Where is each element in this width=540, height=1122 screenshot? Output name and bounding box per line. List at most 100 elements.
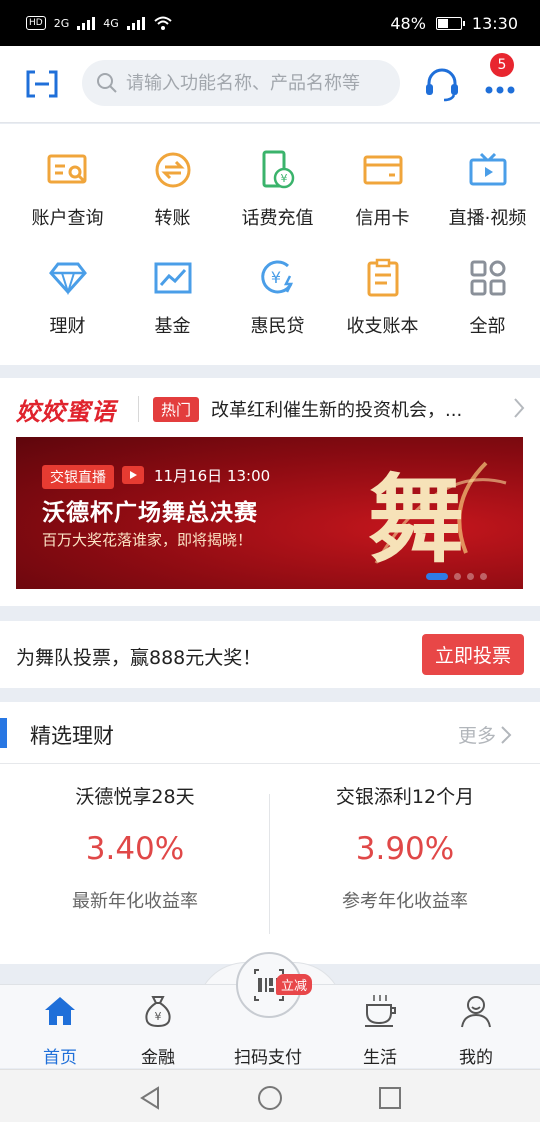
tab-label: 生活 [363,1048,397,1068]
section-accent-bar [0,718,7,748]
quick-action-label: 收支账本 [346,316,419,337]
news-brand-logo: 姣姣蜜语 [16,397,116,426]
section-title: 精选理财 [30,724,114,748]
quick-action-all[interactable]: 全部 [435,232,540,340]
more-label: 更多 [458,725,497,747]
banner-subtitle: 百万大奖花落谁家，即将揭晓！ [42,531,253,549]
phone-recharge-icon: ¥ [256,148,300,192]
quick-action-live-video[interactable]: 直播·视频 [435,124,540,232]
product-card[interactable]: 交银添利12个月 3.90% 参考年化收益率 [270,764,540,964]
vote-promo-row: 为舞队投票，赢888元大奖！ 立即投票 [0,621,540,688]
system-nav-bar [0,1069,540,1122]
quick-action-label: 话费充值 [241,208,314,229]
product-rate-desc: 最新年化收益率 [72,891,198,912]
quick-action-fund[interactable]: 基金 [120,232,225,340]
tab-label: 扫码支付 [234,1048,302,1068]
quick-action-label: 直播·视频 [448,208,527,229]
banner-art-text: 舞 [368,463,464,576]
recents-icon[interactable] [376,1084,404,1112]
product-card[interactable]: 沃德悦享28天 3.40% 最新年化收益率 [0,764,270,964]
quick-action-label: 惠民贷 [250,316,305,337]
network-2g: 2G [53,16,70,30]
live-tv-icon [466,148,510,192]
chevron-right-icon [501,725,512,744]
battery-percent: 48% [390,13,426,33]
svg-text:¥: ¥ [155,1010,162,1023]
account-query-icon [46,148,90,192]
search-bar[interactable] [82,60,400,106]
product-name: 沃德悦享28天 [75,786,195,808]
hot-tag: 热门 [153,396,200,422]
news-card: 姣姣蜜语 热门 改革红利催生新的投资机会，... 交银直播 11月16日 13:… [0,378,540,606]
quick-action-account-query[interactable]: 账户查询 [15,124,120,232]
product-rate: 3.90% [355,831,455,867]
status-right: 48% 13:30 [390,14,518,33]
status-bar: HD 2G 4G 48% 13:30 [0,0,540,46]
grid-all-icon [466,256,510,300]
quick-action-wealth[interactable]: 理财 [15,232,120,340]
quick-action-ledger[interactable]: 收支账本 [330,232,435,340]
customer-service-icon[interactable] [424,68,460,102]
signal-icon [126,16,145,30]
quick-action-loan[interactable]: ¥ 惠民贷 [225,232,330,340]
quick-action-label: 基金 [154,316,191,337]
product-name: 交银添利12个月 [335,786,475,808]
vote-text: 为舞队投票，赢888元大奖！ [16,647,262,669]
quick-action-label: 信用卡 [355,208,410,229]
news-headline[interactable]: 改革红利催生新的投资机会，... [211,396,495,422]
clock: 13:30 [471,13,518,33]
transfer-icon [151,148,195,192]
diamond-icon [46,256,90,300]
home-circle-icon[interactable] [256,1084,284,1112]
money-bag-icon: ¥ [145,996,171,1028]
quick-actions-panel: 账户查询 转账 ¥ 话费充值 信用卡 直播·视频 理财 基金 ¥ 惠民贷 收支账… [0,124,540,365]
hd-indicator: HD [26,16,46,30]
product-rate: 3.40% [85,831,185,867]
search-input[interactable] [126,72,396,94]
quick-action-credit-card[interactable]: 信用卡 [330,124,435,232]
section-header: 精选理财 更多 [0,702,540,764]
tv-play-icon [122,466,144,484]
battery-icon [435,16,465,30]
tab-profile[interactable]: 我的 [422,985,530,1069]
scan-icon[interactable] [26,70,58,98]
back-icon[interactable] [136,1084,164,1112]
quick-action-label: 全部 [469,316,506,337]
notification-badge: 5 [490,53,514,77]
signal-icon [77,16,96,30]
app-header: 5 [0,46,540,123]
tab-life[interactable]: 生活 [326,985,434,1069]
tab-home[interactable]: 首页 [6,985,114,1069]
quick-action-label: 转账 [154,208,191,229]
banner-title: 沃德杯广场舞总决赛 [42,500,258,526]
fund-chart-icon [151,256,195,300]
svg-text:¥: ¥ [270,268,280,287]
more-link[interactable]: 更多 [458,721,512,748]
tab-label: 金融 [141,1048,175,1068]
dance-calligraphy-art: 舞 [368,461,507,576]
tab-label: 我的 [459,1048,493,1068]
svg-text:¥: ¥ [280,172,287,185]
network-4g: 4G [103,16,119,30]
profile-icon [461,996,491,1028]
news-ticker[interactable]: 姣姣蜜语 热门 改革红利催生新的投资机会，... [16,392,526,426]
quick-action-phone-recharge[interactable]: ¥ 话费充值 [225,124,330,232]
promo-banner[interactable]: 交银直播 11月16日 13:00 沃德杯广场舞总决赛 百万大奖花落谁家，即将揭… [16,437,523,589]
tab-finance[interactable]: ¥ 金融 [104,985,212,1069]
banner-tag: 交银直播 [42,465,114,489]
chevron-right-icon[interactable] [512,396,526,420]
search-icon [97,73,117,93]
vote-now-button[interactable]: 立即投票 [422,634,524,675]
featured-wealth-section: 精选理财 更多 沃德悦享28天 3.40% 最新年化收益率 交银添利12个月 3… [0,702,540,964]
divider [138,396,139,422]
quick-action-label: 理财 [49,316,86,337]
quick-action-label: 账户查询 [31,208,104,229]
home-icon [45,997,75,1025]
credit-card-icon [361,148,405,192]
coffee-cup-icon [365,995,396,1027]
carousel-dots [426,573,487,580]
ledger-icon [361,256,405,300]
banner-datetime: 11月16日 13:00 [154,467,271,485]
quick-action-transfer[interactable]: 转账 [120,124,225,232]
wifi-icon [154,16,172,30]
